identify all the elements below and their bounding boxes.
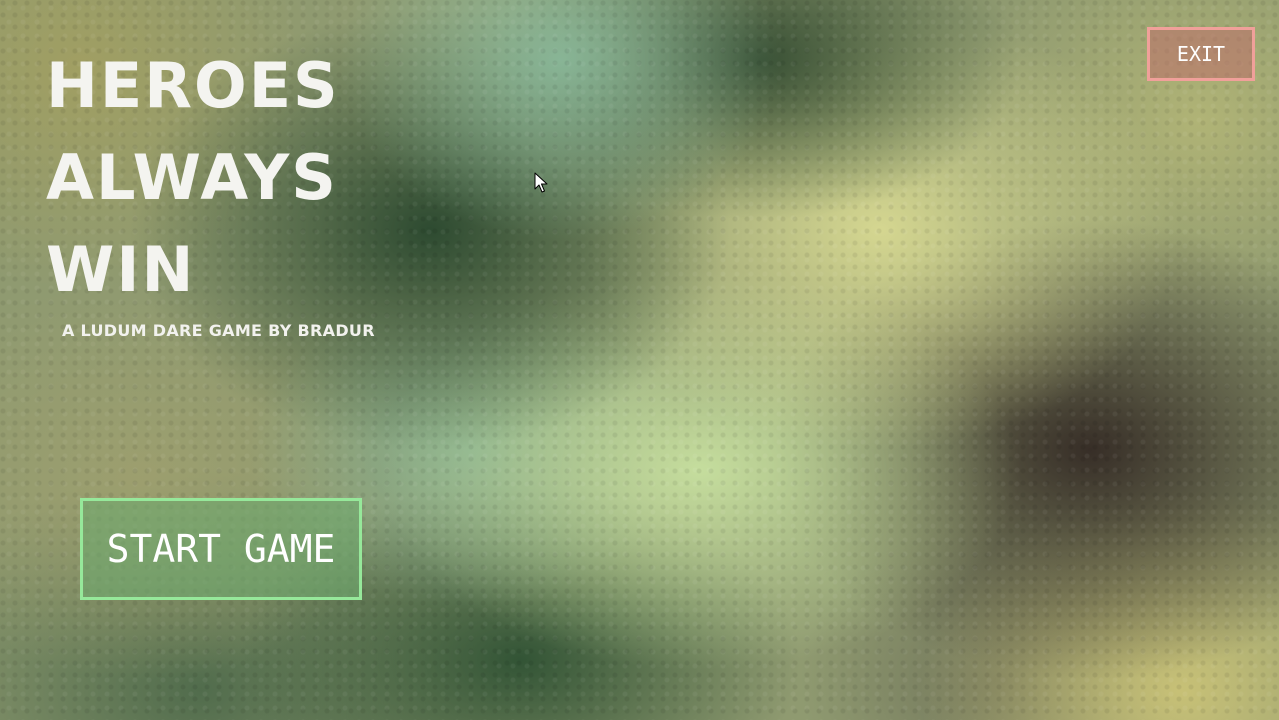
start-game-label: START GAME [106, 527, 336, 571]
mouse-pointer-icon [534, 172, 548, 193]
start-game-button[interactable]: START GAME [80, 498, 362, 600]
title-line-2: ALWAYS [46, 141, 338, 214]
exit-label: EXIT [1176, 42, 1226, 66]
game-screen: HEROES ALWAYS WIN A LUDUM DARE GAME BY B… [0, 0, 1279, 720]
title-line-1: HEROES [46, 49, 340, 122]
title-line-3: WIN [46, 233, 196, 306]
game-credit-subtitle: A LUDUM DARE GAME BY BRADUR [62, 321, 375, 340]
exit-button[interactable]: EXIT [1147, 27, 1255, 81]
game-title: HEROES ALWAYS WIN [46, 40, 340, 316]
